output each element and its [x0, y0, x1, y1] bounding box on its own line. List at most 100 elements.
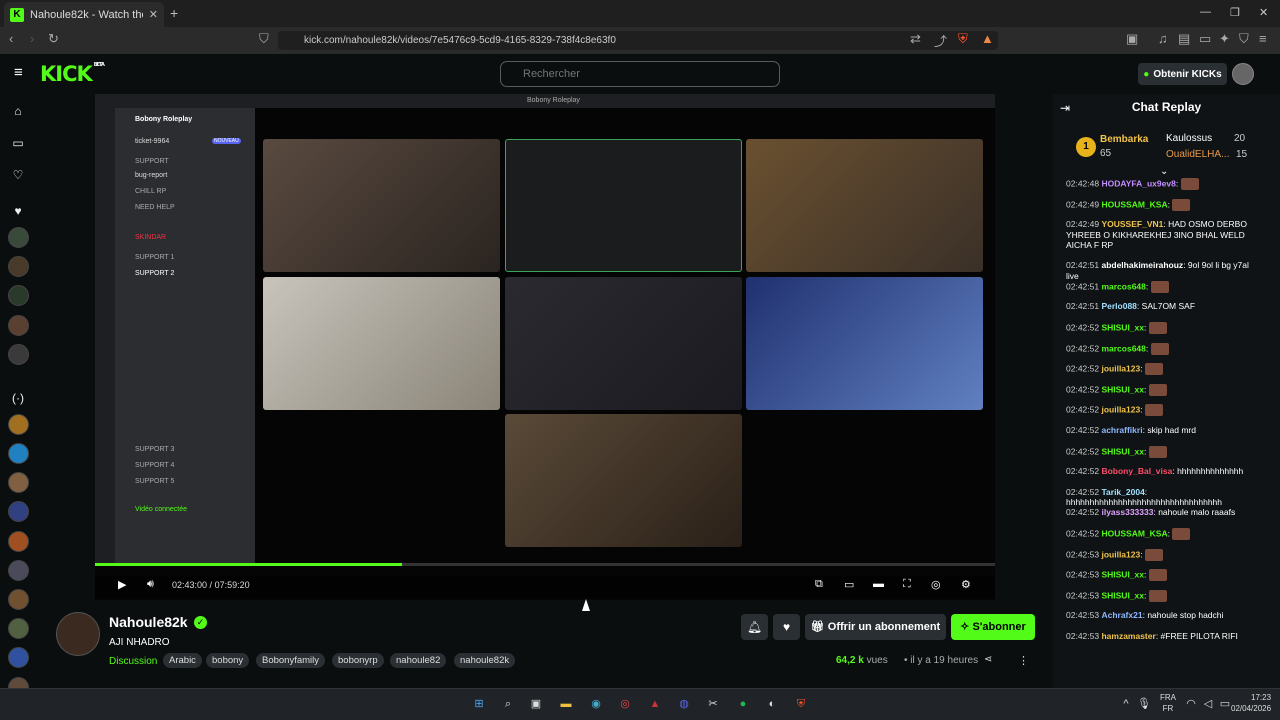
screenshot-icon[interactable]: ▣	[1126, 31, 1138, 47]
recommended-channel-avatar[interactable]	[8, 589, 29, 610]
forward-icon[interactable]: ›	[30, 31, 34, 46]
tag-chip[interactable]: bobonyrp	[332, 653, 384, 668]
following-icon[interactable]: ♡	[10, 167, 26, 183]
more-options-icon[interactable]: ⋮	[1018, 654, 1029, 667]
chat-username[interactable]: Tarik_2004	[1101, 487, 1144, 497]
chat-username[interactable]: HOUSSAM_KSA	[1101, 528, 1167, 538]
home-icon[interactable]: ⌂	[10, 103, 26, 119]
top-gifter-name[interactable]: Bembarka	[1100, 134, 1148, 145]
channel-name[interactable]: Nahoule82k	[109, 614, 188, 630]
back-icon[interactable]: ‹	[9, 31, 13, 46]
media-icon[interactable]: ♫	[1158, 31, 1168, 46]
chat-username[interactable]: SHISUI_xx	[1101, 569, 1144, 579]
share-icon[interactable]: ⋖	[984, 654, 992, 665]
tray-chevron-icon[interactable]: ^	[1118, 696, 1134, 712]
obs-icon[interactable]: ◐	[764, 696, 780, 712]
top-gifter-name[interactable]: OualidELHA...	[1166, 149, 1229, 160]
search-icon[interactable]: ⌕	[500, 696, 516, 712]
chat-username[interactable]: HODAYFA_ux9ev8	[1101, 178, 1175, 188]
play-icon[interactable]: ▶	[118, 578, 126, 591]
maximize-icon[interactable]: ❐	[1230, 6, 1240, 19]
followed-channel-avatar[interactable]	[8, 285, 29, 306]
sidebar-icon[interactable]: ▤	[1178, 31, 1190, 47]
chat-username[interactable]: SHISUI_xx	[1101, 446, 1144, 456]
pip-icon[interactable]: ▭	[844, 578, 854, 591]
bookmark-icon[interactable]: ⛉	[259, 31, 269, 47]
chat-username[interactable]: Bobony_Bal_visa	[1101, 466, 1172, 476]
spotify-icon[interactable]: ●	[735, 696, 751, 712]
chat-username[interactable]: SHISUI_xx	[1101, 384, 1144, 394]
leo-icon[interactable]: ✦	[1219, 31, 1230, 47]
gift-sub-button[interactable]: 🎁︎ Offrir un abonnement	[805, 614, 946, 640]
wifi-icon[interactable]: ◠	[1183, 696, 1199, 712]
file-explorer-icon[interactable]: ▬	[558, 696, 574, 712]
browser-tab[interactable]: K Nahoule82k - Watch the VOD ✕	[4, 2, 164, 27]
minimize-icon[interactable]: —	[1200, 6, 1211, 18]
reload-icon[interactable]: ↻	[48, 31, 59, 47]
system-clock[interactable]: 17:23 02/04/2026	[1231, 692, 1271, 714]
follow-button[interactable]: ♥	[773, 614, 800, 640]
share-page-icon[interactable]: ⤴	[934, 31, 947, 50]
recommended-channel-avatar[interactable]	[8, 560, 29, 581]
capcut-icon[interactable]: ✂	[705, 696, 721, 712]
volume-icon[interactable]: ◁	[1200, 696, 1216, 712]
new-tab-icon[interactable]: +	[170, 5, 178, 21]
notification-bell-button[interactable]: 🔔︎	[741, 614, 768, 640]
tag-chip[interactable]: Arabic	[163, 653, 202, 668]
followed-channel-avatar[interactable]	[8, 227, 29, 248]
recommended-channel-avatar[interactable]	[8, 647, 29, 668]
vpn-icon[interactable]: ⛉	[1239, 31, 1249, 47]
close-tab-icon[interactable]: ✕	[149, 8, 158, 21]
top-gifter-name[interactable]: Kaulossus	[1166, 133, 1212, 144]
url-field[interactable]: kick.com/nahoule82k/videos/7e5476c9-5cd9…	[278, 31, 998, 50]
discord-icon[interactable]: ◍	[676, 696, 692, 712]
brave-shield-icon[interactable]: ⛨	[958, 31, 968, 47]
chat-username[interactable]: marcos648	[1101, 281, 1145, 291]
chat-username[interactable]: jouilla123	[1101, 363, 1140, 373]
chat-username[interactable]: ilyass333333	[1101, 507, 1153, 517]
chat-username[interactable]: abdelhakimeirahouz	[1101, 260, 1183, 270]
recommended-channel-avatar[interactable]	[8, 414, 29, 435]
followed-channel-avatar[interactable]	[8, 344, 29, 365]
chat-username[interactable]: HOUSSAM_KSA	[1101, 199, 1167, 209]
user-avatar[interactable]	[1232, 63, 1254, 85]
windows-start-icon[interactable]: ⊞	[471, 696, 487, 712]
chat-username[interactable]: YOUSSEF_VN1	[1101, 219, 1163, 229]
chat-username[interactable]: jouilla123	[1101, 405, 1140, 415]
input-language[interactable]: FRA FR	[1160, 692, 1176, 714]
brave-rewards-icon[interactable]: ▲	[981, 31, 994, 46]
fullscreen-icon[interactable]: ⛶	[903, 578, 911, 591]
recommended-channel-avatar[interactable]	[8, 531, 29, 552]
tag-chip[interactable]: bobony	[206, 653, 250, 668]
recommended-channel-avatar[interactable]	[8, 501, 29, 522]
app-icon[interactable]: ◎	[617, 696, 633, 712]
chat-username[interactable]: marcos648	[1101, 343, 1145, 353]
channel-avatar[interactable]	[56, 612, 100, 656]
kick-logo[interactable]: KICK BETA	[40, 62, 105, 86]
translate-icon[interactable]: ⇄	[910, 31, 921, 47]
browse-icon[interactable]: ▭	[10, 135, 26, 151]
chat-username[interactable]: achraffikri	[1101, 425, 1142, 435]
tag-chip[interactable]: nahoule82	[390, 653, 447, 668]
chat-username[interactable]: Perlo088	[1101, 301, 1136, 311]
speed-icon[interactable]: ◎	[931, 578, 941, 591]
chat-username[interactable]: jouilla123	[1101, 549, 1140, 559]
recommended-channel-avatar[interactable]	[8, 472, 29, 493]
menu-icon[interactable]: ≡	[1259, 31, 1267, 46]
subscribe-button[interactable]: ✧ S'abonner	[951, 614, 1035, 640]
theater-icon[interactable]: ▬	[873, 578, 884, 590]
chrome-icon[interactable]: ◉	[588, 696, 604, 712]
settings-gear-icon[interactable]: ⚙	[961, 578, 971, 591]
volume-icon[interactable]: 🔊︎	[147, 578, 154, 591]
recommended-channel-avatar[interactable]	[8, 443, 29, 464]
get-kicks-button[interactable]: ● Obtenir KICKs	[1138, 63, 1227, 85]
search-input[interactable]	[500, 61, 780, 87]
app-icon[interactable]: ▲	[647, 696, 663, 712]
wallet-icon[interactable]: ▭	[1199, 31, 1211, 47]
category-link[interactable]: Discussion	[109, 656, 157, 667]
expand-gifters-icon[interactable]: ⌄	[1160, 166, 1168, 177]
close-window-icon[interactable]: ✕	[1259, 6, 1268, 19]
recommended-channel-avatar[interactable]	[8, 618, 29, 639]
chat-username[interactable]: hamzamaster	[1101, 631, 1155, 641]
chat-username[interactable]: SHISUI_xx	[1101, 322, 1144, 332]
